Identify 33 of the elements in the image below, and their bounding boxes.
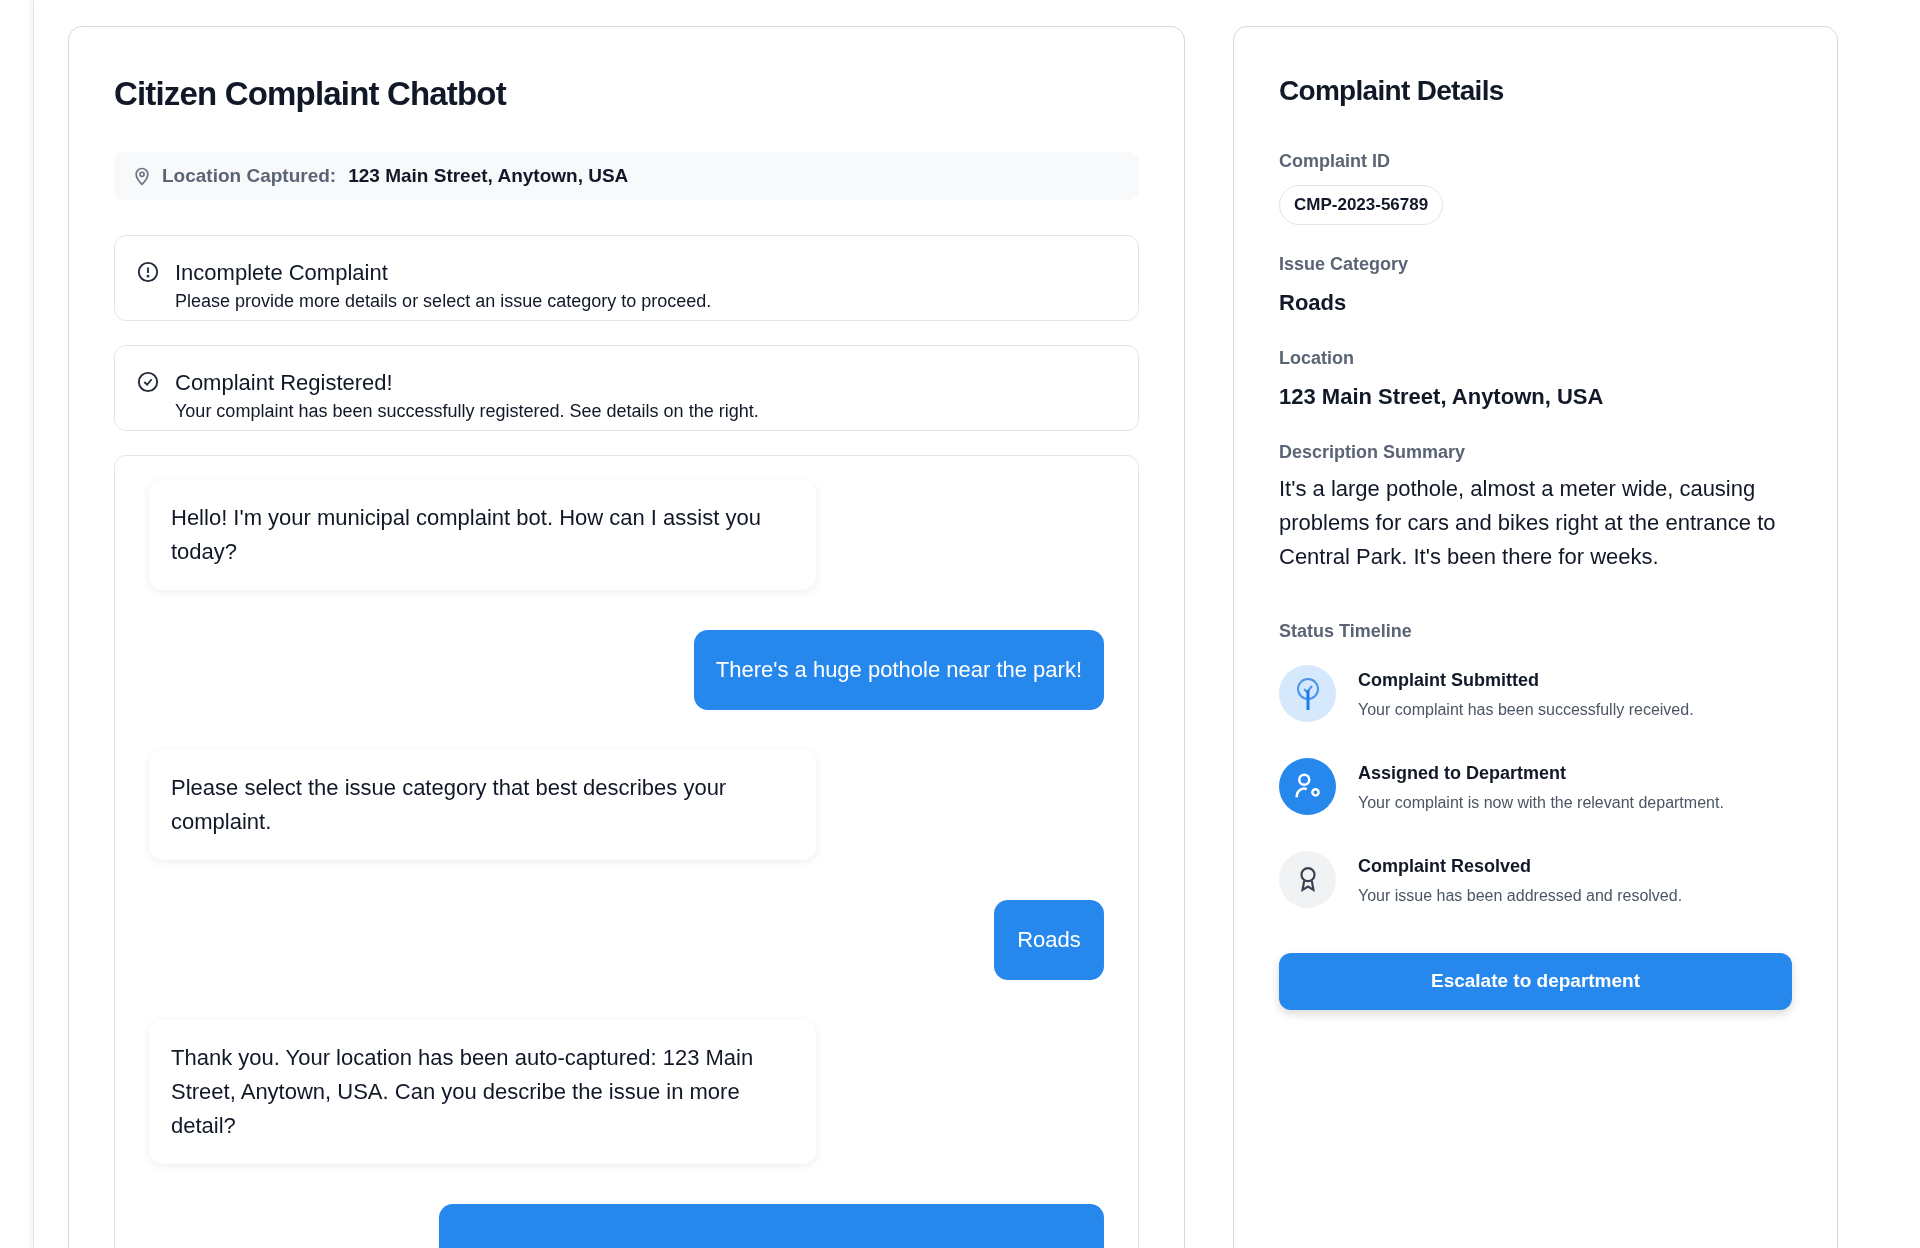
- bot-message: Hello! I'm your municipal complaint bot. How can I assist you today?: [149, 480, 816, 590]
- step-text: Your complaint is now with the relevant department.: [1358, 792, 1724, 813]
- location-label: Location Captured:: [162, 163, 337, 188]
- field-label: Location: [1279, 346, 1355, 370]
- alert-text: Please provide more details or select an issue category to proceed.: [175, 289, 712, 313]
- step-text: Your complaint has been successfully received.: [1358, 699, 1694, 720]
- check-circle-icon: [137, 370, 159, 393]
- escalate-button[interactable]: Escalate to department: [1279, 952, 1792, 1010]
- location-value: 123 Main Street, Anytown, USA: [348, 163, 629, 188]
- bot-message: Thank you. Your location has been auto-captured: 123 Main Street, Anytown, USA. Can you describe the issue in more detail?: [149, 1020, 816, 1164]
- field-label: Description Summary: [1279, 440, 1467, 464]
- field-value: Roads: [1279, 288, 1348, 317]
- description-text: It's a large pothole, almost a meter wide, causing problems for cars and bikes right at the entrance to Central Park. It's been there for weeks.: [1279, 474, 1777, 571]
- field-label: Issue Category: [1279, 252, 1410, 276]
- user-message: There's a huge pothole near the park!: [693, 630, 1104, 710]
- step-title: Assigned to Department: [1358, 761, 1568, 785]
- user-gear-icon: [1279, 757, 1336, 815]
- alert-title: Incomplete Complaint: [175, 258, 389, 287]
- chat-title: Citizen Complaint Chatbot: [114, 74, 508, 114]
- alert-title: Complaint Registered!: [175, 368, 394, 397]
- details-title: Complaint Details: [1279, 74, 1505, 108]
- field-value: 123 Main Street, Anytown, USA: [1279, 382, 1605, 411]
- user-message: Roads: [994, 900, 1104, 980]
- field-label: Status Timeline: [1279, 619, 1413, 643]
- step-title: Complaint Submitted: [1358, 668, 1540, 692]
- step-text: Your issue has been addressed and resolved.: [1358, 885, 1683, 906]
- alert-text: Your complaint has been successfully registered. See details on the right.: [175, 399, 759, 423]
- step-title: Complaint Resolved: [1358, 854, 1533, 878]
- alert-icon: [137, 260, 159, 283]
- checkmark-pin-icon: [1279, 664, 1336, 722]
- field-label: Complaint ID: [1279, 150, 1391, 173]
- bot-message: Please select the issue category that best describes your complaint.: [149, 750, 816, 860]
- map-pin-icon: [132, 165, 152, 188]
